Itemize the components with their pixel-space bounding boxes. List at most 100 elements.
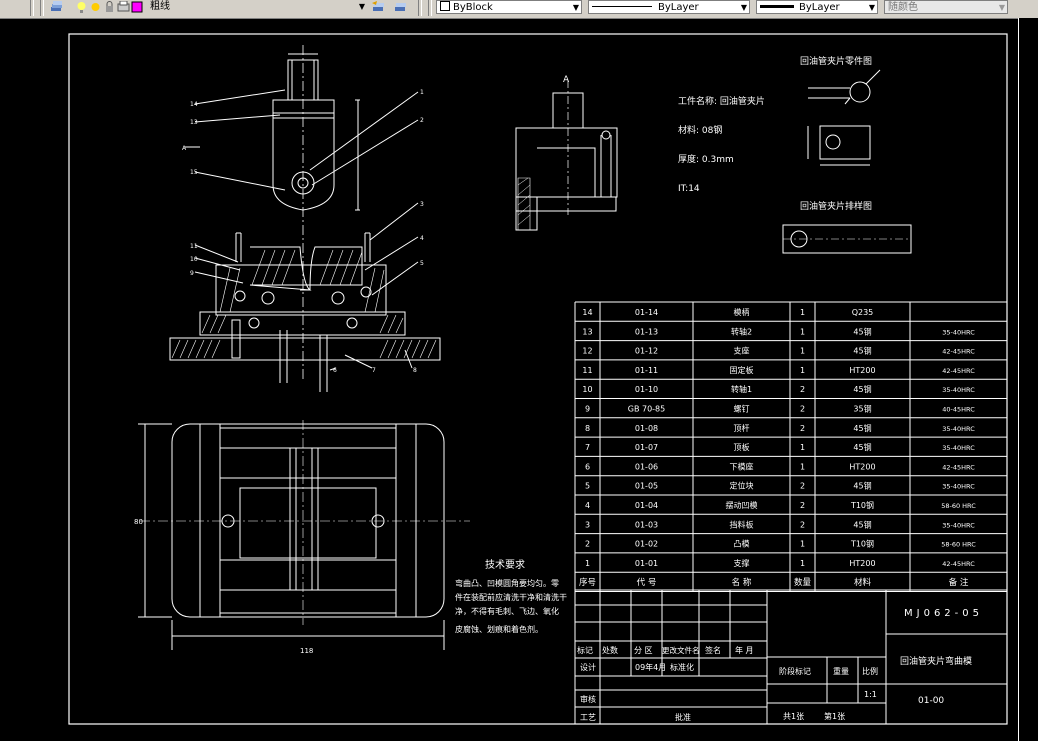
bom-cell-material: 45钢 xyxy=(853,384,871,394)
layer-on-bulb-icon[interactable] xyxy=(75,1,88,13)
tb-part-number: 01-00 xyxy=(918,696,944,706)
plotstyle-control-dropdown[interactable]: 随颜色 ▼ xyxy=(884,0,1008,14)
bom-cell-name: 支撑 xyxy=(734,558,750,568)
bom-cell-code: 01-02 xyxy=(635,540,658,549)
toolbar-separator xyxy=(428,0,432,16)
tb-standardize-label: 标准化 xyxy=(670,662,694,672)
bom-cell-material: 45钢 xyxy=(853,423,871,433)
bom-cell-code: 01-07 xyxy=(635,443,658,452)
callout-3: 3 xyxy=(420,201,424,208)
bom-cell-name: 顶板 xyxy=(734,442,750,452)
title-block-text: 标记 处数 分 区 更改文件名 签名 年 月 设计 09年4月 标准化 审核 工… xyxy=(577,608,983,722)
front-view xyxy=(169,45,441,392)
callout-1: 1 xyxy=(420,89,424,96)
bom-cell-note: 35-40HRC xyxy=(942,425,975,433)
tolerance-spec: IT:14 xyxy=(678,184,700,194)
bom-cell-no: 7 xyxy=(585,443,590,452)
bom-cell-no: 13 xyxy=(582,327,592,336)
bom-cell-note: 35-40HRC xyxy=(942,386,975,394)
tb-weight: 重量 xyxy=(833,666,849,676)
blank-drawing-title: 回油管夹片排样图 xyxy=(800,200,872,212)
bom-header-name: 名 称 xyxy=(732,577,752,588)
color-control-value: ByBlock xyxy=(453,2,493,13)
bom-cell-material: HT200 xyxy=(849,366,875,375)
bom-cell-no: 10 xyxy=(582,385,592,394)
bom-cell-name: 挡料板 xyxy=(730,519,754,529)
toolbar-separator xyxy=(418,0,422,16)
tb-process-label: 工艺 xyxy=(580,713,596,722)
callout-8: 8 xyxy=(413,367,417,374)
bom-cell-code: 01-08 xyxy=(635,424,658,433)
bom-cell-note: 35-40HRC xyxy=(942,328,975,336)
bom-cell-material: 45钢 xyxy=(853,519,871,529)
bom-cell-material: 45钢 xyxy=(853,326,871,336)
dim-overall-width: 118 xyxy=(300,647,313,655)
bom-cell-name: 螺钉 xyxy=(734,404,750,414)
bom-header-note: 备 注 xyxy=(949,577,969,588)
part-drawing xyxy=(807,69,881,166)
properties-toolbar: 粗线 ▼ ByBlock ▼ ByLayer ▼ ByLayer ▼ 随颜色 ▼ xyxy=(0,0,1038,19)
layer-name: 粗线 xyxy=(150,1,170,12)
callout-11: 11 xyxy=(190,243,198,250)
vertical-scrollbar[interactable] xyxy=(1018,18,1038,741)
bom-cell-code: 01-04 xyxy=(635,501,658,510)
bom-cell-name: 模柄 xyxy=(734,307,750,317)
bom-cell-qty: 2 xyxy=(800,520,805,529)
tb-count-label: 处数 xyxy=(602,645,618,655)
bom-cell-note: 42-45HRC xyxy=(942,348,975,356)
tb-designer-label: 设计 xyxy=(580,662,596,672)
tb-drawing-number: MJ062-05 xyxy=(904,608,983,619)
bom-cell-qty: 1 xyxy=(800,366,805,375)
linetype-control-value: ByLayer xyxy=(658,2,699,13)
layer-previous-icon[interactable] xyxy=(394,1,407,13)
callout-5: 5 xyxy=(420,260,424,267)
bom-cell-no: 4 xyxy=(585,501,590,510)
bom-cell-material: HT200 xyxy=(849,559,875,568)
tb-approve-label: 批准 xyxy=(675,712,691,722)
bom-cell-no: 9 xyxy=(585,405,590,414)
tb-zone-label: 分 区 xyxy=(634,646,653,655)
bom-cell-material: T10钢 xyxy=(850,500,874,510)
bom-cell-code: 01-12 xyxy=(635,347,658,356)
color-control-dropdown[interactable]: ByBlock ▼ xyxy=(436,0,582,14)
lineweight-control-value: ByLayer xyxy=(799,2,840,13)
thickness-spec: 厚度: 0.3mm xyxy=(678,153,734,165)
layer-dropdown[interactable]: 粗线 ▼ xyxy=(147,0,367,14)
tech-req-line: 弯曲凸、凹模圆角要均匀。零 xyxy=(455,578,559,588)
layer-freeze-sun-icon[interactable] xyxy=(89,1,102,13)
tech-req-line: 净，不得有毛刺、飞边、氧化 xyxy=(455,606,559,616)
bom-cell-qty: 1 xyxy=(800,347,805,356)
bom-header-code: 代 号 xyxy=(637,577,657,588)
tech-req-line: 皮腐蚀、划痕和着色剂。 xyxy=(455,624,543,634)
lineweight-control-dropdown[interactable]: ByLayer ▼ xyxy=(756,0,878,14)
drawing-canvas[interactable]: A 工件名称: 回油管夹片 材料: 08钢 厚度: 0.3mm IT:14 回油… xyxy=(0,18,1038,741)
layer-manager-icon[interactable] xyxy=(50,1,63,13)
bom-cell-code: GB 70-85 xyxy=(628,405,665,414)
layer-lock-icon[interactable] xyxy=(103,1,116,13)
blank-layout-drawing xyxy=(782,224,912,254)
part-drawing-title: 回油管夹片零件图 xyxy=(800,55,872,67)
tech-req-line: 件在装配前应清洗干净和清洗干 xyxy=(455,592,567,602)
toolbar-separator xyxy=(40,0,44,16)
callout-a: A xyxy=(182,145,187,152)
bom-table: 14 01-14 模柄 1 Q23513 01-13 转轴2 1 45钢 35-40HRC12 01… xyxy=(574,301,1008,592)
scrollbar-track-line xyxy=(1018,18,1019,741)
make-layer-current-icon[interactable] xyxy=(372,1,385,13)
chevron-down-icon: ▼ xyxy=(868,3,875,12)
bom-cell-code: 01-14 xyxy=(635,308,658,317)
bom-cell-code: 01-11 xyxy=(635,366,658,375)
bom-cell-qty: 1 xyxy=(800,308,805,317)
chevron-down-icon: ▼ xyxy=(358,2,365,11)
lineweight-sample-line xyxy=(760,5,794,8)
bom-cell-name: 顶杆 xyxy=(734,423,750,433)
bom-cell-code: 01-03 xyxy=(635,520,658,529)
bom-cell-material: Q235 xyxy=(852,308,874,317)
bom-cell-qty: 2 xyxy=(800,482,805,491)
layer-color-swatch-icon[interactable] xyxy=(131,1,144,13)
bom-cell-name: 转轴2 xyxy=(731,326,752,336)
workpiece-name: 工件名称: 回油管夹片 xyxy=(678,95,765,107)
linetype-control-dropdown[interactable]: ByLayer ▼ xyxy=(588,0,750,14)
callout-7: 7 xyxy=(372,367,376,374)
section-hatching xyxy=(171,249,437,359)
layer-plot-icon[interactable] xyxy=(117,1,130,13)
